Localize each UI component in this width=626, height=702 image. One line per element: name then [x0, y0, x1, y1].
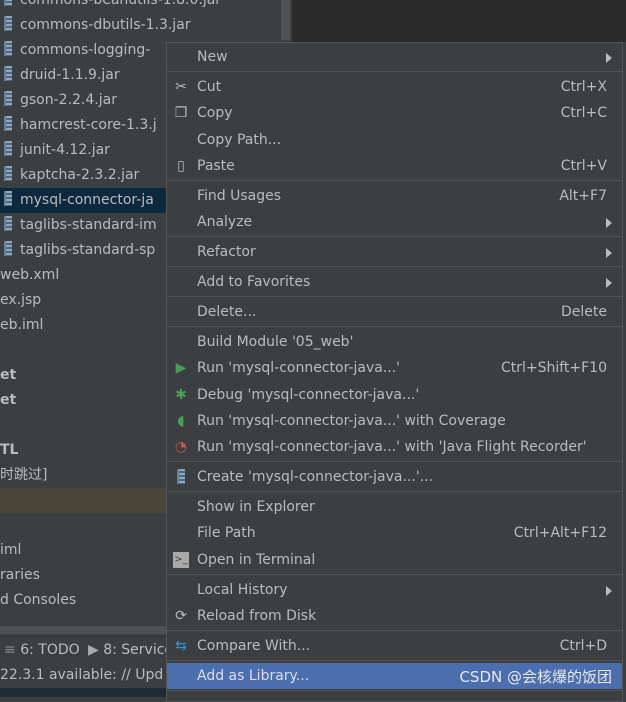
- jar-icon: [4, 41, 12, 56]
- jar-icon: [4, 241, 12, 256]
- menu-item-new[interactable]: New: [167, 44, 622, 70]
- bug-icon: ✱: [175, 387, 187, 403]
- menu-item-debug[interactable]: ✱ Debug 'mysql-connector-java...': [167, 382, 622, 408]
- clipboard-icon: ▯: [177, 158, 185, 174]
- separator: [167, 236, 622, 237]
- menu-item-run[interactable]: ▶ Run 'mysql-connector-java...' Ctrl+Shift…: [167, 355, 622, 381]
- jar-icon: [4, 0, 12, 6]
- tree-item[interactable]: commons-dbutils-1.3.jar: [0, 13, 292, 38]
- menu-item-cut[interactable]: ✂ Cut Ctrl+X: [167, 74, 622, 100]
- submenu-arrow-icon: [606, 586, 612, 596]
- separator: [167, 630, 622, 631]
- context-menu: New ✂ Cut Ctrl+X ❐ Copy Ctrl+C Copy Path... …: [166, 42, 623, 702]
- separator: [167, 574, 622, 575]
- editor-area: [292, 0, 626, 42]
- jar-icon: [4, 91, 12, 106]
- menu-item-local-history[interactable]: Local History: [167, 577, 622, 603]
- menu-item-paste[interactable]: ▯ Paste Ctrl+V: [167, 153, 622, 179]
- todo-icon: ≡: [4, 642, 21, 658]
- copy-icon: ❐: [174, 105, 188, 121]
- separator: [167, 491, 622, 492]
- run-icon: ▶: [175, 360, 187, 376]
- reload-icon: ⟳: [175, 608, 187, 624]
- menu-item-create-config[interactable]: Create 'mysql-connector-java...'...: [167, 464, 622, 490]
- watermark: CSDN @会核爆的饭团: [459, 668, 612, 686]
- menu-item-copy[interactable]: ❐ Copy Ctrl+C: [167, 100, 622, 126]
- jar-icon: [4, 141, 12, 156]
- profiler-icon: ◔: [174, 439, 188, 455]
- separator: [167, 71, 622, 72]
- menu-item-file-path[interactable]: File Path Ctrl+Alt+F12: [167, 520, 622, 546]
- play-circle-icon: ▶: [88, 642, 104, 658]
- submenu-arrow-icon: [606, 218, 612, 228]
- menu-item-copy-path[interactable]: Copy Path...: [167, 127, 622, 153]
- jar-icon: [4, 66, 12, 81]
- todo-tab[interactable]: ≡ 6: TODO: [4, 637, 80, 663]
- menu-item-run-jfr[interactable]: ◔ Run 'mysql-connector-java...' with 'Jav…: [167, 434, 622, 460]
- jar-icon: [4, 116, 12, 131]
- separator: [167, 266, 622, 267]
- compare-icon: ⇆: [175, 638, 187, 654]
- menu-item-delete[interactable]: Delete... Delete: [167, 299, 622, 325]
- menu-item-find-usages[interactable]: Find Usages Alt+F7: [167, 183, 622, 209]
- separator: [167, 326, 622, 327]
- menu-item-run-coverage[interactable]: ◖ Run 'mysql-connector-java...' with Cove…: [167, 408, 622, 434]
- separator: [167, 180, 622, 181]
- services-tab[interactable]: ▶ 8: Service: [88, 637, 173, 663]
- coverage-icon: ◖: [177, 413, 185, 429]
- menu-item-open-terminal[interactable]: >_ Open in Terminal: [167, 547, 622, 573]
- menu-item-refactor[interactable]: Refactor: [167, 239, 622, 265]
- separator: [167, 690, 622, 691]
- separator: [167, 461, 622, 462]
- jar-icon: [173, 469, 189, 485]
- menu-item-show-in-explorer[interactable]: Show in Explorer: [167, 494, 622, 520]
- jar-icon: [4, 216, 12, 231]
- jar-icon: [4, 16, 12, 31]
- submenu-arrow-icon: [606, 248, 612, 258]
- menu-item-compare-with[interactable]: ⇆ Compare With... Ctrl+D: [167, 633, 622, 659]
- menu-item-add-to-favorites[interactable]: Add to Favorites: [167, 269, 622, 295]
- separator: [167, 660, 622, 661]
- submenu-arrow-icon: [606, 278, 612, 288]
- menu-item-build-module[interactable]: Build Module '05_web': [167, 329, 622, 355]
- scissors-icon: ✂: [175, 79, 187, 95]
- submenu-arrow-icon: [606, 53, 612, 63]
- jar-icon: [4, 166, 12, 181]
- terminal-icon: >_: [173, 552, 189, 568]
- jar-icon: [4, 191, 12, 206]
- tree-item[interactable]: commons-beanutils-1.8.0.jar: [0, 0, 292, 13]
- menu-item-reload[interactable]: ⟳ Reload from Disk: [167, 603, 622, 629]
- menu-item-analyze[interactable]: Analyze: [167, 209, 622, 235]
- separator: [167, 296, 622, 297]
